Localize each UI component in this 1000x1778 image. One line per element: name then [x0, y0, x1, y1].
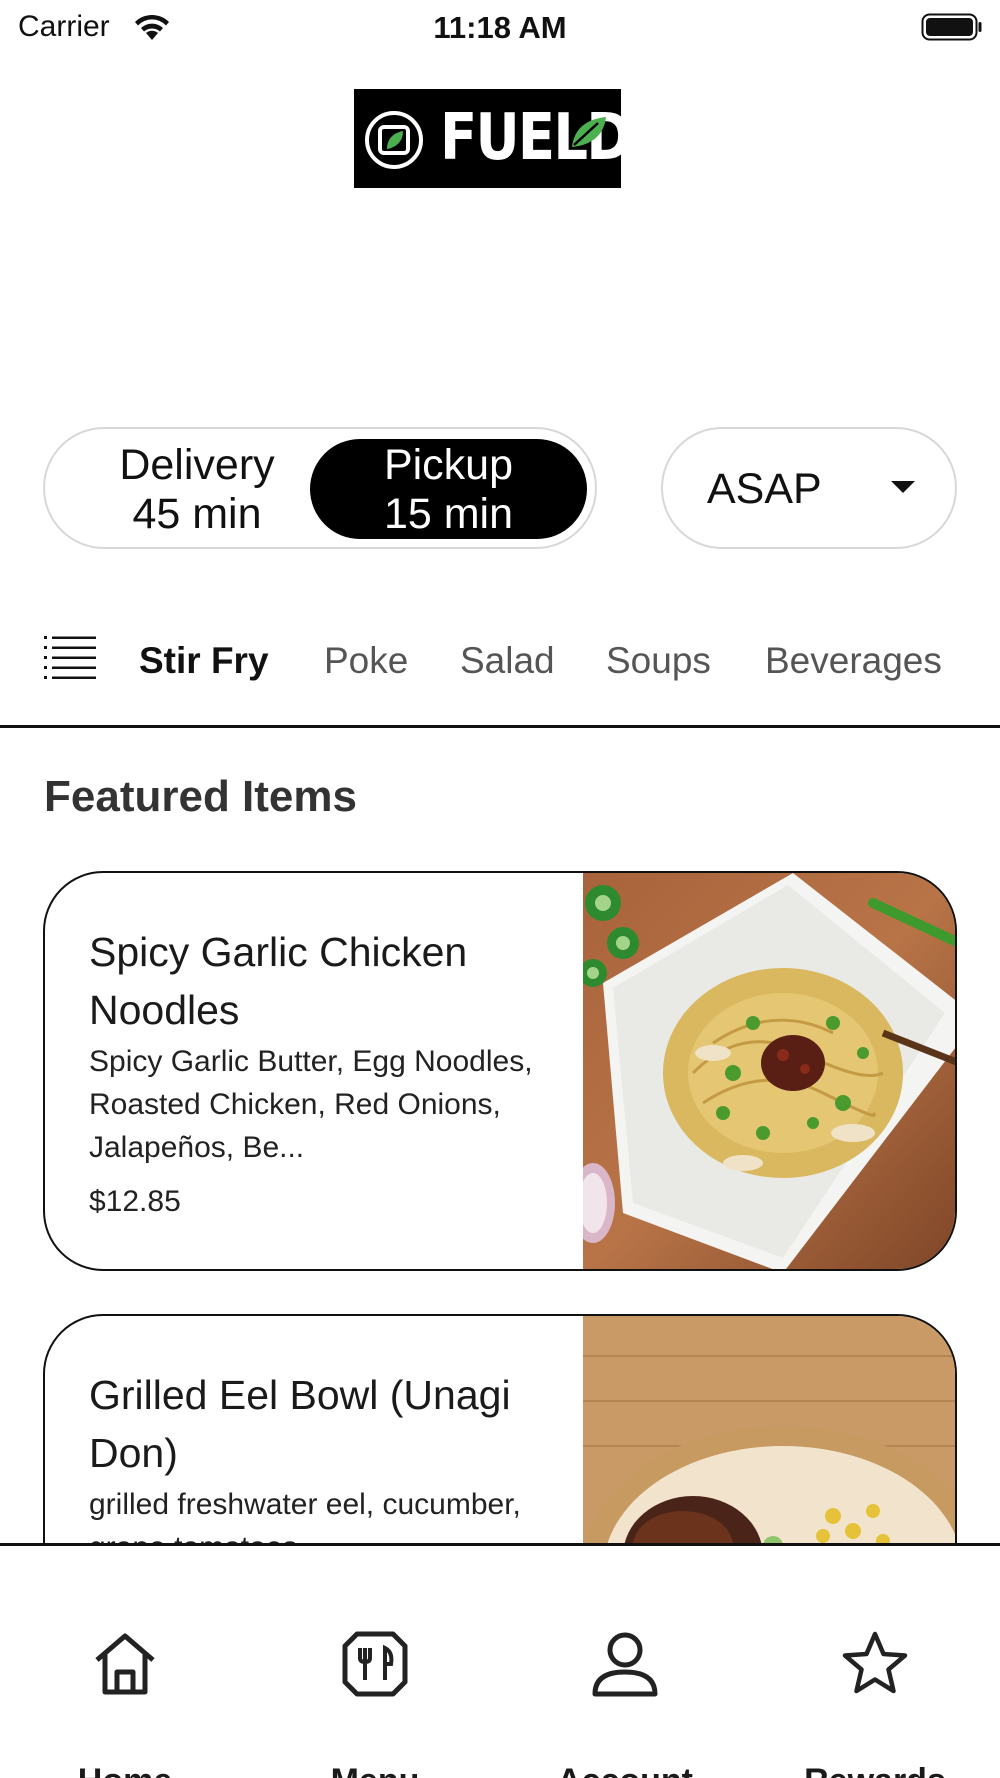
brand-logo: FUELD — [354, 89, 632, 188]
item-title: Grilled Eel Bowl (Unagi Don) — [89, 1372, 511, 1476]
section-title: Featured Items — [44, 772, 357, 821]
pickup-label: Pickup — [383, 441, 514, 489]
delivery-time: 45 min — [132, 490, 262, 538]
delivery-label: Delivery — [119, 441, 275, 489]
menu-icon — [342, 1631, 408, 1697]
tab-label: Menu — [250, 1762, 500, 1778]
tab-home[interactable]: Home — [0, 1546, 250, 1778]
home-icon — [95, 1633, 155, 1695]
category-salad[interactable]: Salad — [460, 640, 555, 682]
status-bar: Carrier 11:18 AM — [0, 0, 1000, 56]
category-beverages[interactable]: Beverages — [765, 640, 942, 682]
battery-icon — [921, 13, 982, 41]
category-soups[interactable]: Soups — [606, 640, 711, 682]
category-stir-fry[interactable]: Stir Fry — [139, 640, 269, 682]
status-time: 11:18 AM — [433, 10, 567, 45]
item-price: $12.85 — [89, 1185, 181, 1218]
tab-label: Account — [500, 1762, 750, 1778]
account-icon — [592, 1632, 658, 1697]
tab-account[interactable]: Account — [500, 1546, 750, 1778]
item-description: Spicy Garlic Butter, Egg Noodles, Roaste… — [89, 1045, 533, 1164]
tab-label: Home — [0, 1762, 250, 1778]
pickup-option[interactable]: Pickup 15 min — [310, 439, 587, 539]
category-poke[interactable]: Poke — [324, 640, 408, 682]
item-title: Spicy Garlic Chicken Noodles — [89, 929, 468, 1033]
pickup-time: 15 min — [383, 490, 514, 538]
leaf-icon — [572, 117, 606, 147]
list-icon[interactable] — [44, 632, 96, 684]
tab-label: Rewards — [750, 1762, 1000, 1778]
pickup-time-dropdown[interactable]: ASAP — [661, 427, 957, 549]
chevron-down-icon — [891, 481, 915, 493]
order-mode-toggle: Delivery 45 min Pickup 15 min — [43, 427, 597, 549]
featured-item-card[interactable]: Spicy Garlic Chicken Noodles Spicy Garli… — [43, 871, 957, 1271]
logo-wordmark-main: FUEL — [440, 101, 588, 175]
tab-rewards[interactable]: Rewards — [750, 1546, 1000, 1778]
tab-menu[interactable]: Menu — [250, 1546, 500, 1778]
time-value: ASAP — [707, 465, 822, 513]
tab-bar: Home Menu Account Rewards — [0, 1543, 1000, 1778]
star-icon — [842, 1631, 908, 1694]
noodles-photo — [583, 873, 955, 1269]
delivery-option[interactable]: Delivery 45 min — [59, 439, 335, 539]
category-bar: Stir Fry Poke Salad Soups Beverages — [0, 620, 1000, 728]
logo-mark-icon — [365, 111, 423, 169]
